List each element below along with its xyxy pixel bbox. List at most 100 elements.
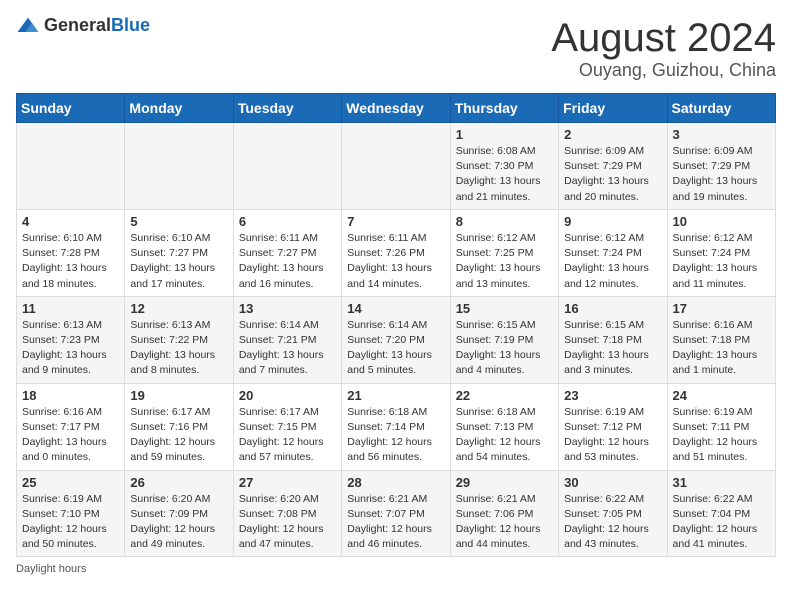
day-number: 28 xyxy=(347,475,444,490)
day-info: Sunrise: 6:13 AMSunset: 7:23 PMDaylight:… xyxy=(22,318,119,379)
day-info: Sunrise: 6:14 AMSunset: 7:21 PMDaylight:… xyxy=(239,318,336,379)
calendar-cell: 24Sunrise: 6:19 AMSunset: 7:11 PMDayligh… xyxy=(667,383,775,470)
day-number: 14 xyxy=(347,301,444,316)
calendar-cell: 27 Sunrise: 6:20 AMSunset: 7:08 PMDayligh… xyxy=(233,470,341,557)
day-number: 6 xyxy=(239,214,336,229)
logo-blue: Blue xyxy=(111,15,150,35)
calendar-cell: 1 Sunrise: 6:08 AMSunset: 7:30 PMDaylight… xyxy=(450,123,558,210)
day-number: 8 xyxy=(456,214,553,229)
calendar-cell: 22 Sunrise: 6:18 AMSunset: 7:13 PMDayligh… xyxy=(450,383,558,470)
calendar-cell: 16Sunrise: 6:15 AMSunset: 7:18 PMDayligh… xyxy=(559,296,667,383)
day-info: Sunrise: 6:21 AMSunset: 7:06 PMDaylight:… xyxy=(456,492,553,553)
day-info: Sunrise: 6:13 AMSunset: 7:22 PMDaylight:… xyxy=(130,318,227,379)
day-info: Sunrise: 6:11 AMSunset: 7:27 PMDaylight:… xyxy=(239,231,336,292)
day-number: 18 xyxy=(22,388,119,403)
calendar-cell: 25Sunrise: 6:19 AMSunset: 7:10 PMDayligh… xyxy=(17,470,125,557)
logo: GeneralBlue xyxy=(16,16,150,36)
calendar-cell: 20 Sunrise: 6:17 AMSunset: 7:15 PMDayligh… xyxy=(233,383,341,470)
calendar-cell: 14 Sunrise: 6:14 AMSunset: 7:20 PMDayligh… xyxy=(342,296,450,383)
logo-general: General xyxy=(44,15,111,35)
calendar-cell: 19Sunrise: 6:17 AMSunset: 7:16 PMDayligh… xyxy=(125,383,233,470)
calendar-cell xyxy=(233,123,341,210)
day-number: 10 xyxy=(673,214,770,229)
calendar-cell xyxy=(17,123,125,210)
day-info: Sunrise: 6:10 AMSunset: 7:27 PMDaylight:… xyxy=(130,231,227,292)
day-number: 1 xyxy=(456,127,553,142)
calendar-cell: 31 Sunrise: 6:22 AMSunset: 7:04 PMDayligh… xyxy=(667,470,775,557)
day-number: 13 xyxy=(239,301,336,316)
day-number: 7 xyxy=(347,214,444,229)
day-number: 11 xyxy=(22,301,119,316)
month-title: August 2024 xyxy=(551,16,776,60)
calendar-cell: 17Sunrise: 6:16 AMSunset: 7:18 PMDayligh… xyxy=(667,296,775,383)
calendar-cell: 23Sunrise: 6:19 AMSunset: 7:12 PMDayligh… xyxy=(559,383,667,470)
day-number: 27 xyxy=(239,475,336,490)
day-number: 26 xyxy=(130,475,227,490)
day-header-friday: Friday xyxy=(559,94,667,123)
day-number: 17 xyxy=(673,301,770,316)
location-title: Ouyang, Guizhou, China xyxy=(551,60,776,81)
day-number: 9 xyxy=(564,214,661,229)
day-header-thursday: Thursday xyxy=(450,94,558,123)
day-number: 21 xyxy=(347,388,444,403)
day-info: Sunrise: 6:16 AMSunset: 7:17 PMDaylight:… xyxy=(22,405,119,466)
day-info: Sunrise: 6:17 AMSunset: 7:16 PMDaylight:… xyxy=(130,405,227,466)
day-info: Sunrise: 6:22 AMSunset: 7:04 PMDaylight:… xyxy=(673,492,770,553)
day-header-tuesday: Tuesday xyxy=(233,94,341,123)
day-info: Sunrise: 6:08 AMSunset: 7:30 PMDaylight:… xyxy=(456,144,553,205)
calendar-cell xyxy=(342,123,450,210)
day-info: Sunrise: 6:11 AMSunset: 7:26 PMDaylight:… xyxy=(347,231,444,292)
day-info: Sunrise: 6:12 AMSunset: 7:25 PMDaylight:… xyxy=(456,231,553,292)
day-info: Sunrise: 6:17 AMSunset: 7:15 PMDaylight:… xyxy=(239,405,336,466)
day-info: Sunrise: 6:19 AMSunset: 7:11 PMDaylight:… xyxy=(673,405,770,466)
header: GeneralBlue August 2024 Ouyang, Guizhou,… xyxy=(16,16,776,81)
calendar-cell: 12 Sunrise: 6:13 AMSunset: 7:22 PMDayligh… xyxy=(125,296,233,383)
calendar-cell: 21 Sunrise: 6:18 AMSunset: 7:14 PMDayligh… xyxy=(342,383,450,470)
title-area: August 2024 Ouyang, Guizhou, China xyxy=(551,16,776,81)
calendar-cell: 6 Sunrise: 6:11 AMSunset: 7:27 PMDaylight… xyxy=(233,209,341,296)
day-info: Sunrise: 6:10 AMSunset: 7:28 PMDaylight:… xyxy=(22,231,119,292)
day-number: 2 xyxy=(564,127,661,142)
calendar-cell: 15 Sunrise: 6:15 AMSunset: 7:19 PMDayligh… xyxy=(450,296,558,383)
calendar-cell: 5 Sunrise: 6:10 AMSunset: 7:27 PMDaylight… xyxy=(125,209,233,296)
calendar-cell xyxy=(125,123,233,210)
calendar-cell: 11 Sunrise: 6:13 AMSunset: 7:23 PMDayligh… xyxy=(17,296,125,383)
day-info: Sunrise: 6:22 AMSunset: 7:05 PMDaylight:… xyxy=(564,492,661,553)
day-header-sunday: Sunday xyxy=(17,94,125,123)
week-row-4: 18 Sunrise: 6:16 AMSunset: 7:17 PMDayligh… xyxy=(17,383,776,470)
day-info: Sunrise: 6:19 AMSunset: 7:12 PMDaylight:… xyxy=(564,405,661,466)
week-row-2: 4 Sunrise: 6:10 AMSunset: 7:28 PMDaylight… xyxy=(17,209,776,296)
day-info: Sunrise: 6:18 AMSunset: 7:13 PMDaylight:… xyxy=(456,405,553,466)
day-header-wednesday: Wednesday xyxy=(342,94,450,123)
day-info: Sunrise: 6:20 AMSunset: 7:09 PMDaylight:… xyxy=(130,492,227,553)
day-info: Sunrise: 6:20 AMSunset: 7:08 PMDaylight:… xyxy=(239,492,336,553)
day-number: 20 xyxy=(239,388,336,403)
calendar-cell: 2 Sunrise: 6:09 AMSunset: 7:29 PMDaylight… xyxy=(559,123,667,210)
day-number: 4 xyxy=(22,214,119,229)
calendar-cell: 30 Sunrise: 6:22 AMSunset: 7:05 PMDayligh… xyxy=(559,470,667,557)
day-header-monday: Monday xyxy=(125,94,233,123)
footer-note: Daylight hours xyxy=(16,563,776,575)
day-info: Sunrise: 6:12 AMSunset: 7:24 PMDaylight:… xyxy=(564,231,661,292)
day-info: Sunrise: 6:12 AMSunset: 7:24 PMDaylight:… xyxy=(673,231,770,292)
day-info: Sunrise: 6:09 AMSunset: 7:29 PMDaylight:… xyxy=(564,144,661,205)
calendar-cell: 9 Sunrise: 6:12 AMSunset: 7:24 PMDaylight… xyxy=(559,209,667,296)
day-info: Sunrise: 6:09 AMSunset: 7:29 PMDaylight:… xyxy=(673,144,770,205)
calendar-cell: 13 Sunrise: 6:14 AMSunset: 7:21 PMDayligh… xyxy=(233,296,341,383)
day-number: 5 xyxy=(130,214,227,229)
calendar-cell: 26 Sunrise: 6:20 AMSunset: 7:09 PMDayligh… xyxy=(125,470,233,557)
day-number: 15 xyxy=(456,301,553,316)
day-number: 22 xyxy=(456,388,553,403)
week-row-1: 1 Sunrise: 6:08 AMSunset: 7:30 PMDaylight… xyxy=(17,123,776,210)
day-number: 3 xyxy=(673,127,770,142)
day-info: Sunrise: 6:14 AMSunset: 7:20 PMDaylight:… xyxy=(347,318,444,379)
day-info: Sunrise: 6:21 AMSunset: 7:07 PMDaylight:… xyxy=(347,492,444,553)
day-info: Sunrise: 6:18 AMSunset: 7:14 PMDaylight:… xyxy=(347,405,444,466)
day-number: 31 xyxy=(673,475,770,490)
day-number: 12 xyxy=(130,301,227,316)
day-info: Sunrise: 6:15 AMSunset: 7:19 PMDaylight:… xyxy=(456,318,553,379)
day-number: 30 xyxy=(564,475,661,490)
day-header-saturday: Saturday xyxy=(667,94,775,123)
day-info: Sunrise: 6:19 AMSunset: 7:10 PMDaylight:… xyxy=(22,492,119,553)
header-row: SundayMondayTuesdayWednesdayThursdayFrid… xyxy=(17,94,776,123)
